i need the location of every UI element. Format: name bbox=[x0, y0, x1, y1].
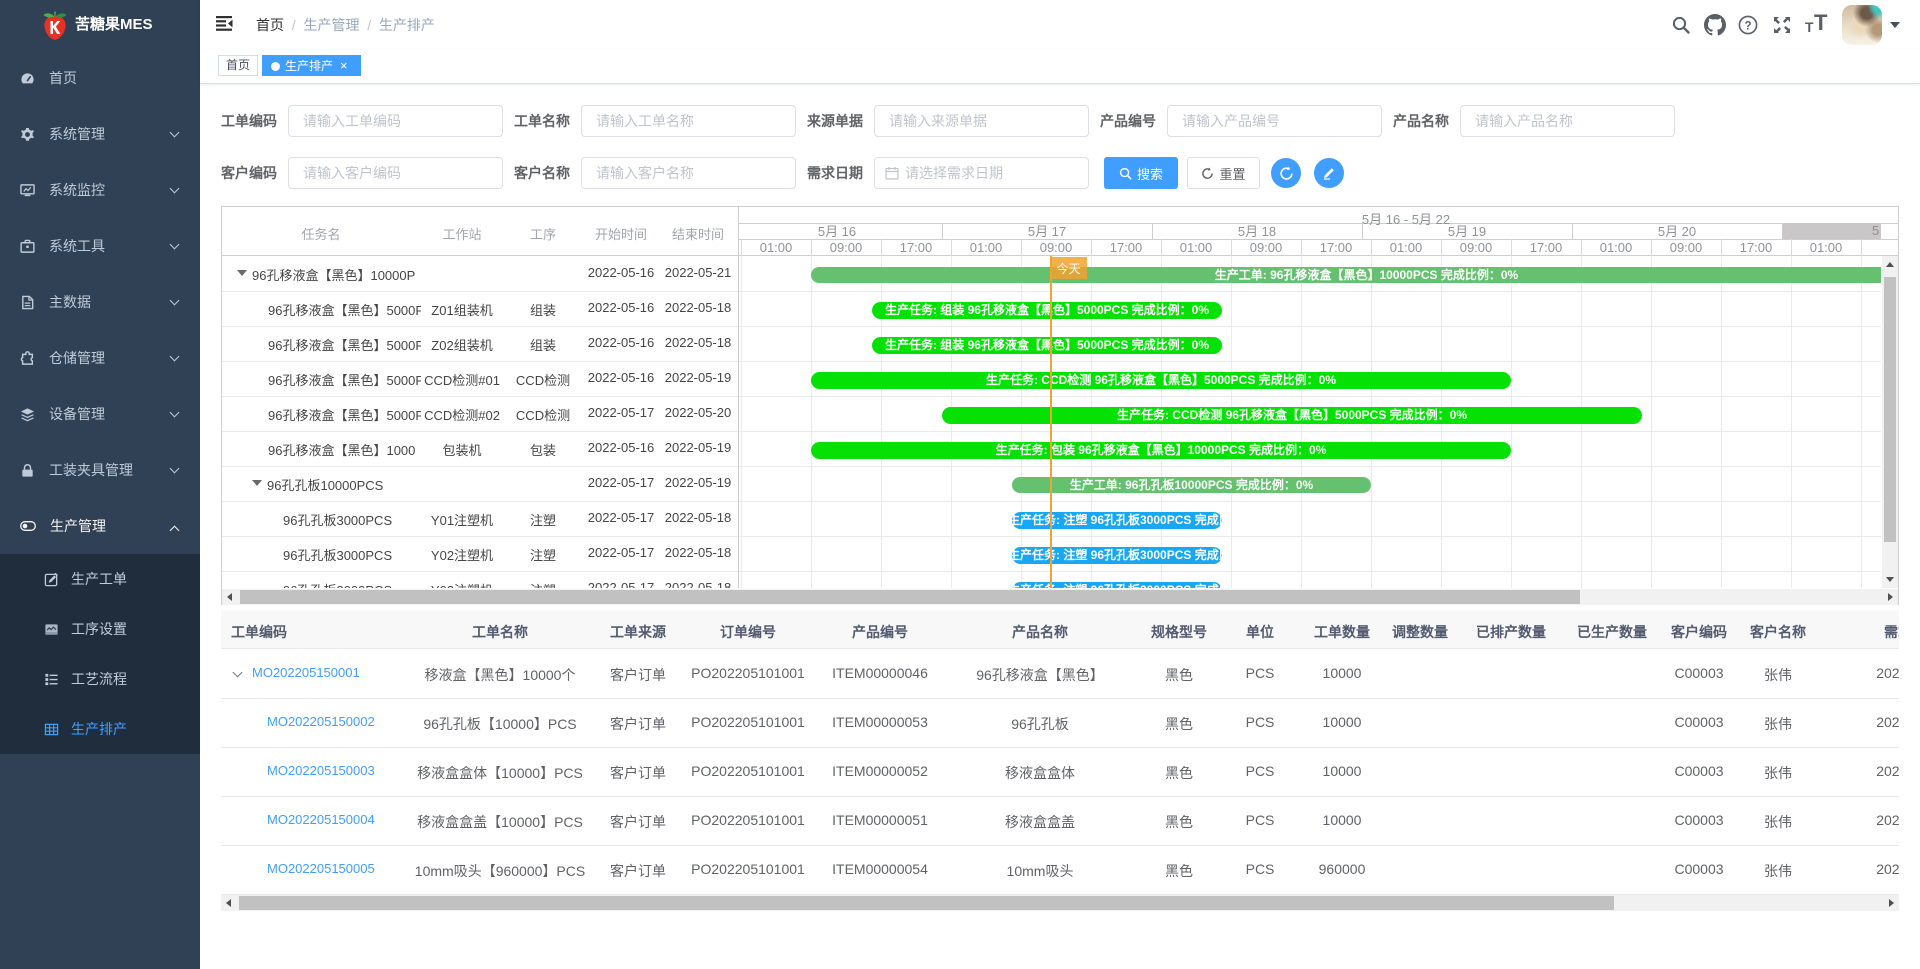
svg-text:?: ? bbox=[1744, 20, 1751, 32]
